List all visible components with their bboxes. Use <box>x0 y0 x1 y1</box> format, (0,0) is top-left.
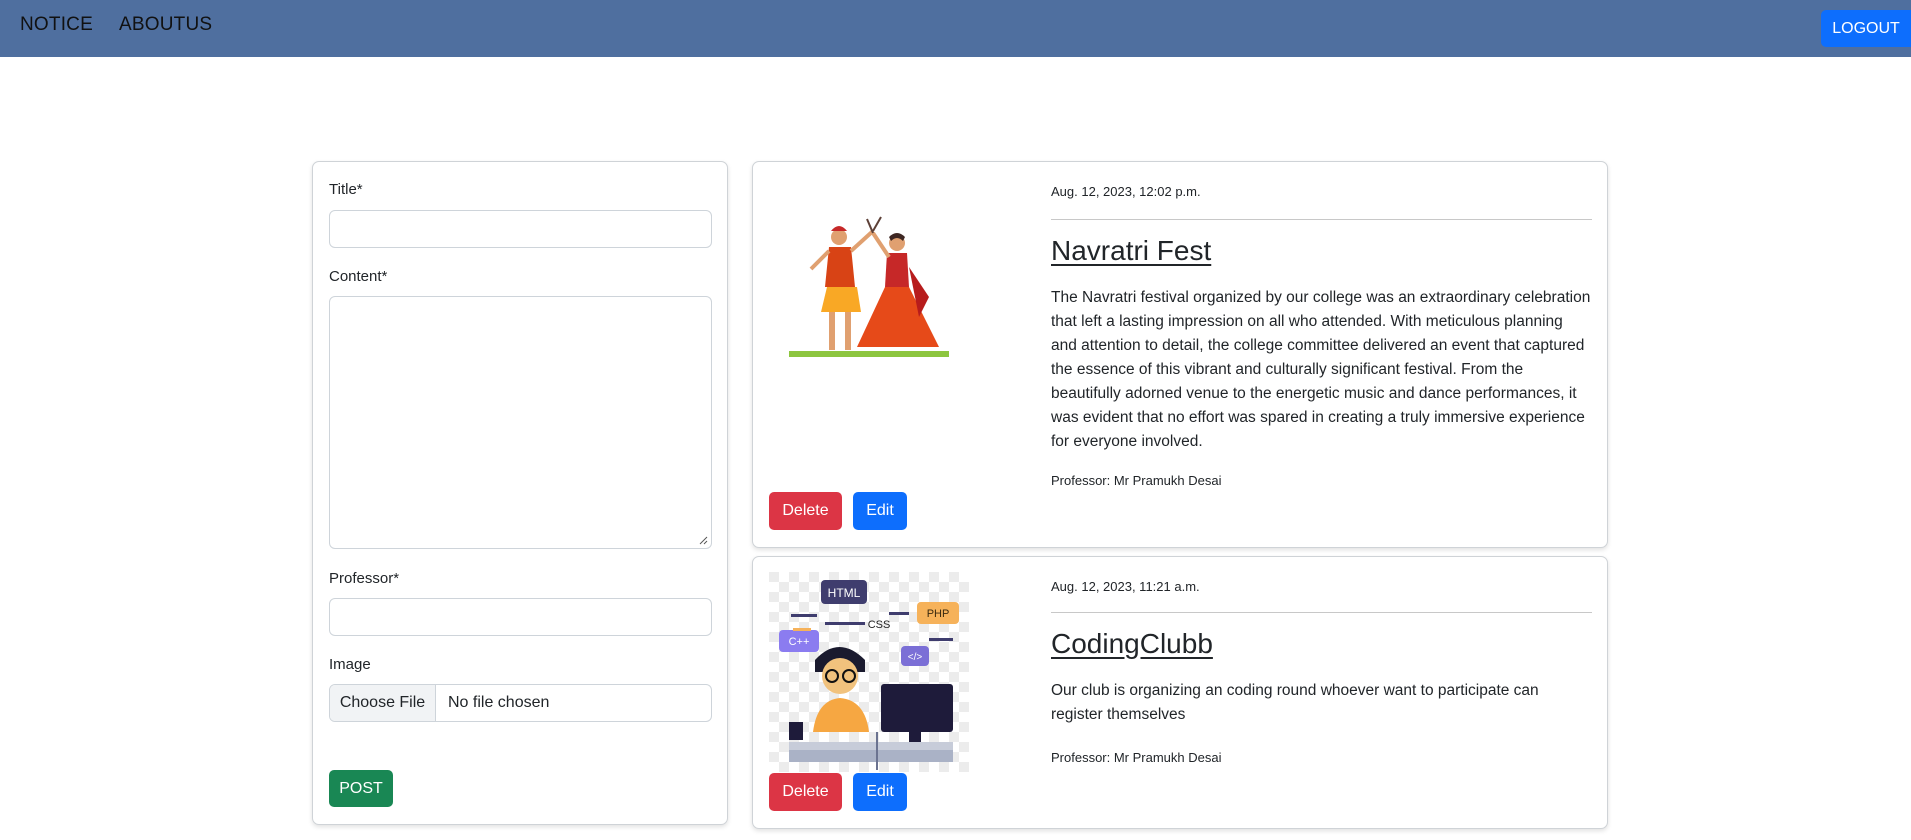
notice-form-card: Title* Content* Professor* Image Choose … <box>312 161 728 825</box>
notice-content: Our club is organizing an coding round w… <box>1051 682 1539 723</box>
professor-label: Professor* <box>329 570 400 587</box>
image-label: Image <box>329 656 371 673</box>
divider <box>1051 612 1592 613</box>
content-label: Content* <box>329 268 388 285</box>
title-input[interactable] <box>329 210 712 248</box>
html-tag-label: HTML <box>828 586 861 600</box>
resize-handle-icon[interactable] <box>698 535 708 545</box>
choose-file-button[interactable]: Choose File <box>330 685 436 721</box>
notice-card: Aug. 12, 2023, 12:02 p.m. Navratri Fest … <box>752 161 1608 548</box>
php-tag-label: PHP <box>927 608 950 620</box>
content-textarea[interactable] <box>329 296 712 549</box>
delete-button[interactable]: Delete <box>769 492 842 530</box>
code-tag-label: </> <box>908 652 923 663</box>
garba-dancers-image <box>789 216 949 357</box>
professor-input[interactable] <box>329 598 712 636</box>
top-navbar: NOTICE ABOUTUS LOGOUT <box>0 0 1911 57</box>
coder-illustration-image: HTML CSS PHP C++ </> <box>769 572 969 772</box>
notice-professor: Professor: Mr Pramukh Desai <box>1051 750 1222 765</box>
post-button[interactable]: POST <box>329 770 393 807</box>
notice-professor: Professor: Mr Pramukh Desai <box>1051 473 1222 488</box>
nav-notice-link[interactable]: NOTICE <box>20 14 93 36</box>
notice-title-link[interactable]: Navratri Fest <box>1051 235 1211 267</box>
logout-button[interactable]: LOGOUT <box>1821 10 1911 47</box>
edit-button[interactable]: Edit <box>853 492 907 530</box>
file-status-text: No file chosen <box>448 694 550 711</box>
notice-card: HTML CSS PHP C++ </> Aug. 12, 2023, 11:2… <box>752 556 1608 829</box>
css-tag-label: CSS <box>868 619 891 631</box>
notice-date: Aug. 12, 2023, 12:02 p.m. <box>1051 184 1201 199</box>
notice-content: The Navratri festival organized by our c… <box>1051 289 1591 450</box>
notice-date: Aug. 12, 2023, 11:21 a.m. <box>1051 579 1200 594</box>
cpp-tag-label: C++ <box>789 636 810 648</box>
notice-title-link[interactable]: CodingClubb <box>1051 628 1213 660</box>
edit-button[interactable]: Edit <box>853 773 907 811</box>
nav-aboutus-link[interactable]: ABOUTUS <box>119 14 212 36</box>
image-file-input[interactable]: Choose File No file chosen <box>329 684 712 722</box>
title-label: Title* <box>329 181 363 198</box>
delete-button[interactable]: Delete <box>769 773 842 811</box>
divider <box>1051 219 1592 220</box>
